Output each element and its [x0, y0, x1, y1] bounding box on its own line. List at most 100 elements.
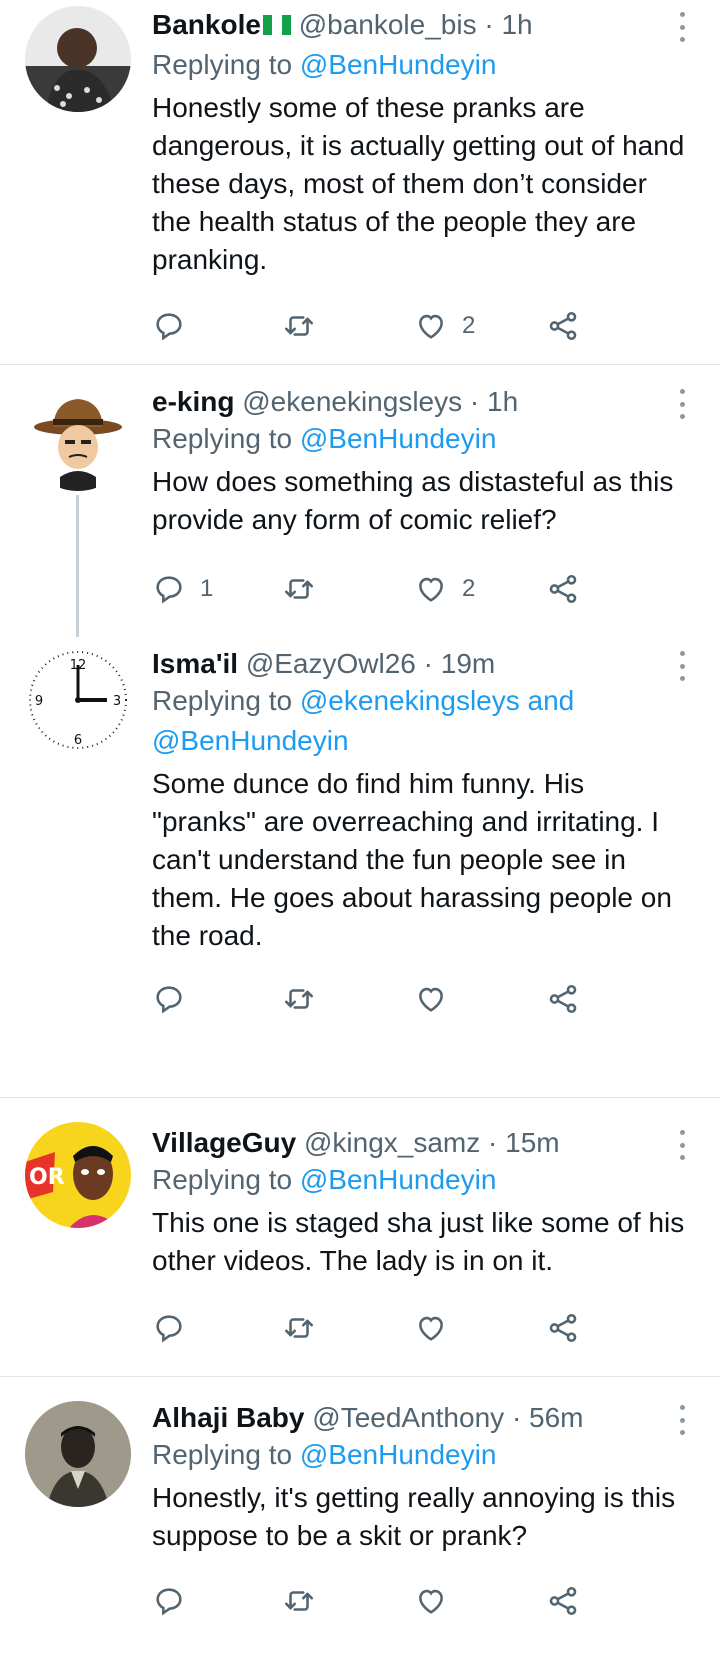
avatar[interactable]	[25, 385, 131, 491]
user-handle[interactable]: @EazyOwl26	[246, 648, 416, 679]
tweet-text: Honestly, it's getting really annoying i…	[152, 1482, 676, 1551]
mention-link[interactable]: @BenHundeyin	[300, 1164, 497, 1195]
avatar[interactable]: OR	[25, 1122, 131, 1228]
share-icon	[549, 984, 577, 1014]
tweet[interactable]: OR VillageGuy @kingx_samz · 15m Replying…	[0, 1098, 720, 1376]
reply-icon	[156, 313, 182, 341]
tweet[interactable]: Bankole @bankole_bis · 1h Replying to @B…	[0, 0, 720, 364]
retweet-icon	[284, 579, 314, 599]
avatar[interactable]	[25, 6, 131, 112]
like-button[interactable]: 2	[414, 306, 475, 346]
replying-to: Replying to @BenHundeyin	[152, 1164, 497, 1195]
like-button[interactable]: 2	[414, 569, 475, 609]
more-vertical-icon[interactable]	[672, 12, 692, 42]
retweet-icon	[284, 1591, 314, 1611]
tweet-header: e-king @ekenekingsleys · 1h	[152, 385, 692, 419]
replying-to: Replying to @BenHundeyin	[152, 423, 497, 454]
tweet-text: This one is staged sha just like some of…	[152, 1207, 685, 1276]
replying-to: Replying to @BenHundeyin	[152, 49, 497, 80]
more-vertical-icon[interactable]	[672, 1130, 692, 1160]
reply-icon	[156, 1315, 182, 1343]
reply-button[interactable]	[152, 1308, 200, 1348]
share-button[interactable]	[546, 569, 580, 609]
retweet-button[interactable]	[282, 1581, 330, 1621]
timestamp[interactable]: · 19m	[424, 648, 496, 679]
share-button[interactable]	[546, 1308, 580, 1348]
reply-button[interactable]	[152, 1581, 200, 1621]
retweet-icon	[284, 989, 314, 1009]
tweet-actions	[152, 1308, 612, 1348]
more-vertical-icon[interactable]	[672, 1405, 692, 1435]
share-icon	[549, 1586, 577, 1616]
tweet[interactable]: Alhaji Baby @TeedAnthony · 56m Replying …	[0, 1377, 720, 1655]
reply-icon	[156, 986, 182, 1014]
tweet[interactable]: 12369 Isma'il @EazyOwl26 · 19m Replying …	[0, 637, 720, 1097]
retweet-icon	[284, 1318, 314, 1338]
thread-line	[76, 495, 79, 637]
more-vertical-icon[interactable]	[672, 389, 692, 419]
reply-button[interactable]	[152, 979, 200, 1019]
svg-text:6: 6	[74, 733, 82, 748]
share-icon	[549, 311, 577, 341]
retweet-icon	[284, 316, 314, 336]
display-name[interactable]: Isma'il	[152, 648, 238, 679]
display-name[interactable]: VillageGuy	[152, 1127, 296, 1158]
reply-button[interactable]	[152, 306, 200, 346]
reply-icon	[156, 576, 182, 604]
user-handle[interactable]: @ekenekingsleys	[242, 386, 462, 417]
user-handle[interactable]: @TeedAnthony	[312, 1402, 504, 1433]
heart-icon	[419, 314, 443, 339]
tweet-text: Some dunce do find him funny. His "prank…	[152, 768, 672, 951]
like-button[interactable]	[414, 1308, 462, 1348]
tweet-header: VillageGuy @kingx_samz · 15m	[152, 1126, 692, 1160]
avatar[interactable]: 12369	[25, 647, 131, 753]
more-vertical-icon[interactable]	[672, 651, 692, 681]
tweet[interactable]: e-king @ekenekingsleys · 1h Replying to …	[0, 365, 720, 637]
retweet-button[interactable]	[282, 1308, 330, 1348]
reply-icon	[156, 1588, 182, 1616]
display-name[interactable]: Bankole	[152, 9, 261, 40]
timestamp[interactable]: · 1h	[470, 386, 518, 417]
retweet-button[interactable]	[282, 979, 330, 1019]
share-button[interactable]	[546, 979, 580, 1019]
retweet-button[interactable]	[282, 569, 330, 609]
display-name[interactable]: Alhaji Baby	[152, 1402, 304, 1433]
tweet-actions: 1 2	[152, 569, 612, 609]
mention-link[interactable]: @BenHundeyin	[300, 423, 497, 454]
tweet-actions	[152, 979, 612, 1019]
share-icon	[549, 1313, 577, 1343]
nigeria-flag-icon	[262, 11, 291, 45]
mention-link[interactable]: @BenHundeyin	[300, 49, 497, 80]
mention-link[interactable]: @BenHundeyin	[300, 1439, 497, 1470]
heart-icon	[419, 577, 443, 602]
tweet-header: Isma'il @EazyOwl26 · 19m	[152, 647, 692, 681]
tweet-actions: 2	[152, 306, 612, 346]
svg-text:3: 3	[113, 694, 121, 709]
heart-icon	[419, 1589, 443, 1614]
user-handle[interactable]: @kingx_samz	[304, 1127, 480, 1158]
tweet-text: How does something as distasteful as thi…	[152, 466, 674, 535]
share-button[interactable]	[546, 1581, 580, 1621]
timestamp[interactable]: · 15m	[488, 1127, 560, 1158]
tweet-header: Alhaji Baby @TeedAnthony · 56m	[152, 1401, 692, 1435]
replying-to: Replying to @ekenekingsleys and @BenHund…	[152, 685, 575, 756]
timestamp[interactable]: · 56m	[512, 1402, 584, 1433]
tweet-text: Honestly some of these pranks are danger…	[152, 92, 685, 275]
display-name[interactable]: e-king	[152, 386, 234, 417]
share-icon	[549, 574, 577, 604]
timestamp[interactable]: · 1h	[484, 9, 532, 40]
tweet-actions	[152, 1581, 612, 1621]
avatar[interactable]	[25, 1401, 131, 1507]
replying-to: Replying to @BenHundeyin	[152, 1439, 497, 1470]
svg-text:OR: OR	[29, 1165, 65, 1190]
heart-icon	[419, 987, 443, 1012]
heart-icon	[419, 1316, 443, 1341]
like-button[interactable]	[414, 979, 462, 1019]
tweet-header: Bankole @bankole_bis · 1h	[152, 8, 692, 45]
reply-button[interactable]: 1	[152, 569, 213, 609]
like-button[interactable]	[414, 1581, 462, 1621]
share-button[interactable]	[546, 306, 580, 346]
svg-text:9: 9	[35, 694, 43, 709]
user-handle[interactable]: @bankole_bis	[299, 9, 477, 40]
retweet-button[interactable]	[282, 306, 330, 346]
